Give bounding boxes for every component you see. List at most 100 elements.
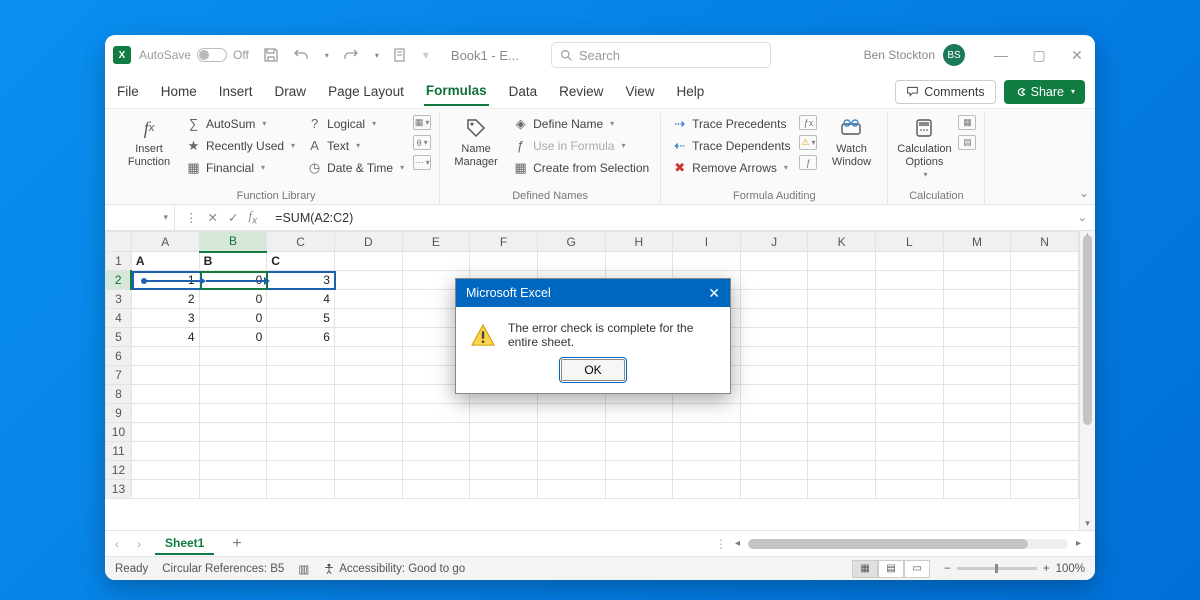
column-header[interactable]: E — [402, 232, 470, 252]
hscroll-handle-icon[interactable]: ⋮ — [715, 537, 727, 551]
redo-icon[interactable] — [343, 47, 359, 63]
cell[interactable] — [808, 461, 876, 480]
cell[interactable] — [470, 480, 538, 499]
cell[interactable] — [808, 347, 876, 366]
cell[interactable] — [943, 366, 1011, 385]
cell[interactable] — [131, 347, 199, 366]
cell[interactable] — [1011, 309, 1079, 328]
cell[interactable] — [131, 461, 199, 480]
collapse-ribbon-button[interactable]: ⌄ — [1079, 186, 1089, 200]
cell[interactable] — [876, 309, 944, 328]
column-header[interactable]: J — [740, 232, 808, 252]
autosum-button[interactable]: ∑AutoSum▾ — [183, 115, 298, 132]
accessibility-status[interactable]: Accessibility: Good to go — [323, 563, 465, 575]
cell[interactable] — [131, 366, 199, 385]
cell[interactable] — [537, 442, 605, 461]
row-header[interactable]: 9 — [106, 404, 132, 423]
cell[interactable] — [334, 423, 402, 442]
normal-view-button[interactable]: ▦ — [852, 560, 878, 578]
cell[interactable]: 0 — [199, 290, 267, 309]
fx-icon[interactable]: fx — [248, 209, 257, 227]
cell[interactable]: 4 — [267, 290, 335, 309]
share-button[interactable]: Share ▾ — [1004, 80, 1085, 104]
cell[interactable] — [1011, 328, 1079, 347]
date-time-button[interactable]: ◷Date & Time▾ — [304, 159, 407, 176]
cell[interactable] — [605, 423, 673, 442]
cell[interactable] — [605, 461, 673, 480]
financial-button[interactable]: ▦Financial▾ — [183, 159, 298, 176]
cell[interactable] — [943, 423, 1011, 442]
sheet-nav-next[interactable]: › — [133, 537, 145, 551]
cell[interactable] — [808, 252, 876, 271]
cell[interactable] — [131, 480, 199, 499]
row-header[interactable]: 2 — [106, 271, 132, 290]
trace-dependents-button[interactable]: ⇠Trace Dependents — [669, 137, 793, 154]
cell[interactable] — [334, 271, 402, 290]
cell[interactable] — [740, 347, 808, 366]
column-header[interactable]: F — [470, 232, 538, 252]
cell[interactable] — [943, 442, 1011, 461]
cell[interactable] — [199, 366, 267, 385]
cell[interactable] — [943, 290, 1011, 309]
cell[interactable] — [876, 252, 944, 271]
sheet-tab[interactable]: Sheet1 — [155, 533, 214, 555]
cell[interactable] — [673, 461, 741, 480]
page-layout-view-button[interactable]: ▤ — [878, 560, 904, 578]
row-header[interactable]: 8 — [106, 385, 132, 404]
cell[interactable] — [470, 252, 538, 271]
cell[interactable] — [740, 290, 808, 309]
cell[interactable]: 2 — [131, 290, 199, 309]
cell[interactable] — [199, 404, 267, 423]
scroll-left-icon[interactable]: ◂ — [731, 538, 744, 549]
cell[interactable] — [740, 328, 808, 347]
dialog-close-button[interactable]: ✕ — [708, 285, 720, 302]
minimize-button[interactable]: — — [991, 47, 1011, 64]
cell[interactable] — [808, 366, 876, 385]
page-break-view-button[interactable]: ▭ — [904, 560, 930, 578]
cell[interactable] — [1011, 347, 1079, 366]
cell[interactable] — [267, 385, 335, 404]
cell[interactable] — [943, 328, 1011, 347]
cell[interactable] — [267, 461, 335, 480]
chevron-down-icon[interactable]: ▾ — [375, 51, 379, 60]
cell[interactable] — [402, 404, 470, 423]
status-circular-refs[interactable]: Circular References: B5 — [162, 563, 284, 575]
cell[interactable]: 4 — [131, 328, 199, 347]
cell[interactable]: C — [267, 252, 335, 271]
cell[interactable] — [808, 480, 876, 499]
cell[interactable] — [943, 252, 1011, 271]
cell[interactable] — [943, 347, 1011, 366]
cell[interactable] — [943, 461, 1011, 480]
maximize-button[interactable]: ▢ — [1029, 47, 1049, 64]
cell[interactable] — [808, 423, 876, 442]
row-header[interactable]: 11 — [106, 442, 132, 461]
column-header[interactable]: D — [334, 232, 402, 252]
cell[interactable] — [334, 328, 402, 347]
cell[interactable] — [199, 480, 267, 499]
cell[interactable] — [199, 442, 267, 461]
cell[interactable] — [876, 271, 944, 290]
remove-arrows-button[interactable]: ✖Remove Arrows▾ — [669, 159, 793, 176]
evaluate-formula-button[interactable]: ƒ — [799, 155, 817, 170]
cell[interactable] — [1011, 290, 1079, 309]
column-header[interactable]: L — [876, 232, 944, 252]
cell[interactable] — [267, 404, 335, 423]
cell[interactable] — [943, 385, 1011, 404]
cell[interactable] — [943, 480, 1011, 499]
calculate-now-button[interactable]: ▦ — [958, 115, 976, 130]
cancel-formula-icon[interactable]: ✕ — [208, 210, 218, 225]
cell[interactable] — [537, 404, 605, 423]
row-header[interactable]: 13 — [106, 480, 132, 499]
cell[interactable] — [808, 290, 876, 309]
cell[interactable]: 6 — [267, 328, 335, 347]
select-all-cell[interactable] — [106, 232, 132, 252]
row-header[interactable]: 4 — [106, 309, 132, 328]
cell[interactable] — [876, 404, 944, 423]
cell[interactable] — [402, 252, 470, 271]
cell[interactable] — [334, 385, 402, 404]
cell[interactable] — [199, 423, 267, 442]
cell[interactable] — [740, 404, 808, 423]
insert-function-button[interactable]: fx Insert Function — [121, 115, 177, 168]
cell[interactable] — [470, 423, 538, 442]
cell[interactable] — [876, 385, 944, 404]
